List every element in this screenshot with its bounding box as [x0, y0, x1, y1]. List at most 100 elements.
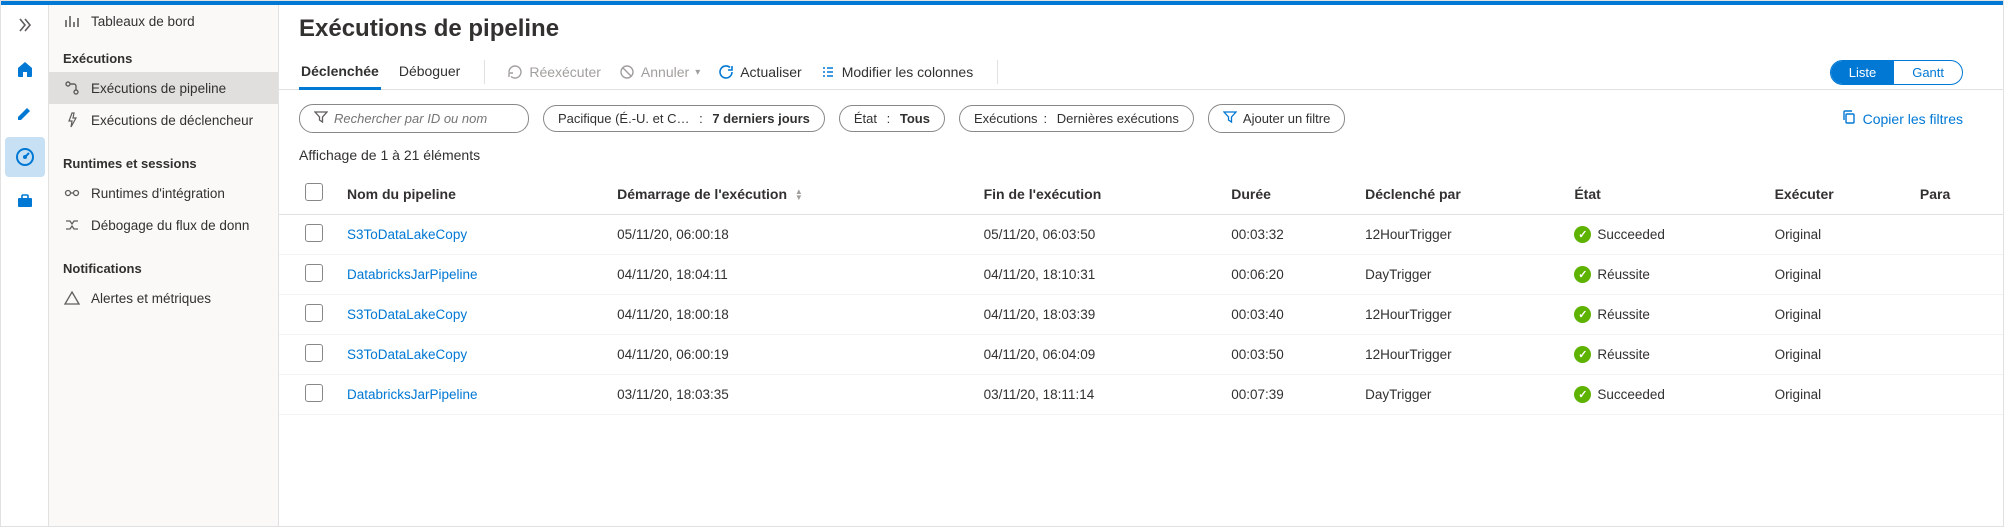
rerun-button[interactable]: Réexécuter: [507, 64, 601, 80]
row-checkbox[interactable]: [305, 384, 323, 402]
cell-duration: 00:03:32: [1219, 215, 1353, 255]
cell-end: 04/11/20, 18:10:31: [972, 255, 1220, 295]
sort-icon: ▲▼: [795, 189, 803, 201]
success-icon: ✓: [1574, 346, 1591, 363]
filter-value: 7 derniers jours: [712, 111, 810, 126]
button-label: Ajouter un filtre: [1243, 111, 1330, 126]
edit-columns-button[interactable]: Modifier les colonnes: [820, 64, 974, 80]
rail-home[interactable]: [5, 49, 45, 89]
filter-label: État: [854, 111, 877, 126]
cell-run: Original: [1763, 335, 1908, 375]
runs-table: Nom du pipeline Démarrage de l'exécution…: [279, 173, 2003, 415]
col-duration[interactable]: Durée: [1219, 173, 1353, 215]
pipeline-link[interactable]: S3ToDataLakeCopy: [347, 307, 467, 322]
timezone-filter[interactable]: Pacifique (É.-U. et C… : 7 derniers jour…: [543, 105, 825, 132]
cell-start: 04/11/20, 18:04:11: [605, 255, 971, 295]
select-all-checkbox[interactable]: [305, 183, 323, 201]
cell-status: ✓Succeeded: [1562, 375, 1762, 415]
button-label: Annuler: [641, 64, 689, 80]
chevron-down-icon: ▾: [695, 67, 700, 78]
col-label: Démarrage de l'exécution: [617, 186, 787, 202]
col-run[interactable]: Exécuter: [1763, 173, 1908, 215]
chart-icon: [63, 12, 81, 30]
cell-status: ✓Réussite: [1562, 295, 1762, 335]
col-triggered-by[interactable]: Déclenché par: [1353, 173, 1562, 215]
sidebar-item-integration-runtimes[interactable]: Runtimes d'intégration: [49, 177, 278, 209]
rerun-icon: [507, 64, 523, 80]
row-checkbox[interactable]: [305, 224, 323, 242]
col-run-start[interactable]: Démarrage de l'exécution ▲▼: [605, 173, 971, 215]
status-filter[interactable]: État : Tous: [839, 105, 945, 132]
filter-icon: [314, 110, 328, 127]
view-list[interactable]: Liste: [1831, 61, 1894, 84]
add-filter-button[interactable]: Ajouter un filtre: [1208, 104, 1345, 133]
toolbox-icon: [15, 191, 35, 211]
rail-monitor[interactable]: [5, 137, 45, 177]
table-row: DatabricksJarPipeline03/11/20, 18:03:350…: [279, 375, 2003, 415]
columns-icon: [820, 64, 836, 80]
sidebar: Tableaux de bord Exécutions Exécutions d…: [49, 1, 279, 526]
cell-status: ✓Réussite: [1562, 335, 1762, 375]
cell-duration: 00:06:20: [1219, 255, 1353, 295]
pipeline-icon: [63, 79, 81, 97]
row-checkbox[interactable]: [305, 304, 323, 322]
pipeline-link[interactable]: S3ToDataLakeCopy: [347, 227, 467, 242]
chevron-double-right-icon: [17, 17, 33, 33]
cell-duration: 00:03:40: [1219, 295, 1353, 335]
pipeline-link[interactable]: DatabricksJarPipeline: [347, 387, 478, 402]
pipeline-link[interactable]: S3ToDataLakeCopy: [347, 347, 467, 362]
sidebar-item-dataflow-debug[interactable]: Débogage du flux de donn: [49, 209, 278, 241]
button-label: Copier les filtres: [1863, 111, 1963, 127]
sidebar-item-label: Débogage du flux de donn: [91, 218, 249, 233]
sidebar-item-label: Exécutions de déclencheur: [91, 113, 253, 128]
main-content: Exécutions de pipeline Déclenchée Débogu…: [279, 1, 2003, 526]
cell-params: [1908, 295, 2003, 335]
col-pipeline-name[interactable]: Nom du pipeline: [335, 173, 605, 215]
cell-run: Original: [1763, 255, 1908, 295]
col-run-end[interactable]: Fin de l'exécution: [972, 173, 1220, 215]
pipeline-link[interactable]: DatabricksJarPipeline: [347, 267, 478, 282]
separator: [484, 60, 485, 84]
runs-filter[interactable]: Exécutions : Dernières exécutions: [959, 105, 1194, 132]
cell-params: [1908, 255, 2003, 295]
success-icon: ✓: [1574, 386, 1591, 403]
filter-value: Dernières exécutions: [1057, 111, 1179, 126]
cell-params: [1908, 375, 2003, 415]
table-row: S3ToDataLakeCopy05/11/20, 06:00:1805/11/…: [279, 215, 2003, 255]
filter-label: Pacifique (É.-U. et C…: [558, 111, 690, 126]
col-status[interactable]: État: [1562, 173, 1762, 215]
page-title: Exécutions de pipeline: [279, 11, 2003, 55]
sidebar-item-dashboards[interactable]: Tableaux de bord: [49, 5, 278, 37]
filter-label: Exécutions: [974, 111, 1038, 126]
tab-triggered[interactable]: Déclenchée: [299, 55, 381, 89]
col-params[interactable]: Para: [1908, 173, 2003, 215]
copy-filters-button[interactable]: Copier les filtres: [1841, 109, 1983, 128]
row-checkbox[interactable]: [305, 344, 323, 362]
cell-duration: 00:03:50: [1219, 335, 1353, 375]
col-checkbox: [279, 173, 335, 215]
button-label: Actualiser: [740, 64, 801, 80]
sidebar-item-pipeline-runs[interactable]: Exécutions de pipeline: [49, 72, 278, 104]
search-input[interactable]: [334, 111, 514, 126]
sidebar-item-alerts[interactable]: Alertes et métriques: [49, 282, 278, 314]
success-icon: ✓: [1574, 266, 1591, 283]
filter-value: Tous: [900, 111, 930, 126]
refresh-button[interactable]: Actualiser: [718, 64, 801, 80]
rail-manage[interactable]: [5, 181, 45, 221]
cell-run: Original: [1763, 295, 1908, 335]
cell-run: Original: [1763, 375, 1908, 415]
rail-author[interactable]: [5, 93, 45, 133]
search-filter[interactable]: [299, 104, 529, 133]
sidebar-item-trigger-runs[interactable]: Exécutions de déclencheur: [49, 104, 278, 136]
sidebar-item-label: Exécutions de pipeline: [91, 81, 226, 96]
cell-end: 04/11/20, 06:04:09: [972, 335, 1220, 375]
view-gantt[interactable]: Gantt: [1894, 61, 1962, 84]
cell-trigger: 12HourTrigger: [1353, 215, 1562, 255]
cancel-button[interactable]: Annuler ▾: [619, 64, 700, 80]
tab-debug[interactable]: Déboguer: [397, 55, 463, 89]
table-row: S3ToDataLakeCopy04/11/20, 06:00:1904/11/…: [279, 335, 2003, 375]
rail-expand[interactable]: [5, 5, 45, 45]
row-checkbox[interactable]: [305, 264, 323, 282]
sidebar-header-executions: Exécutions: [49, 43, 278, 72]
sidebar-item-label: Runtimes d'intégration: [91, 186, 225, 201]
